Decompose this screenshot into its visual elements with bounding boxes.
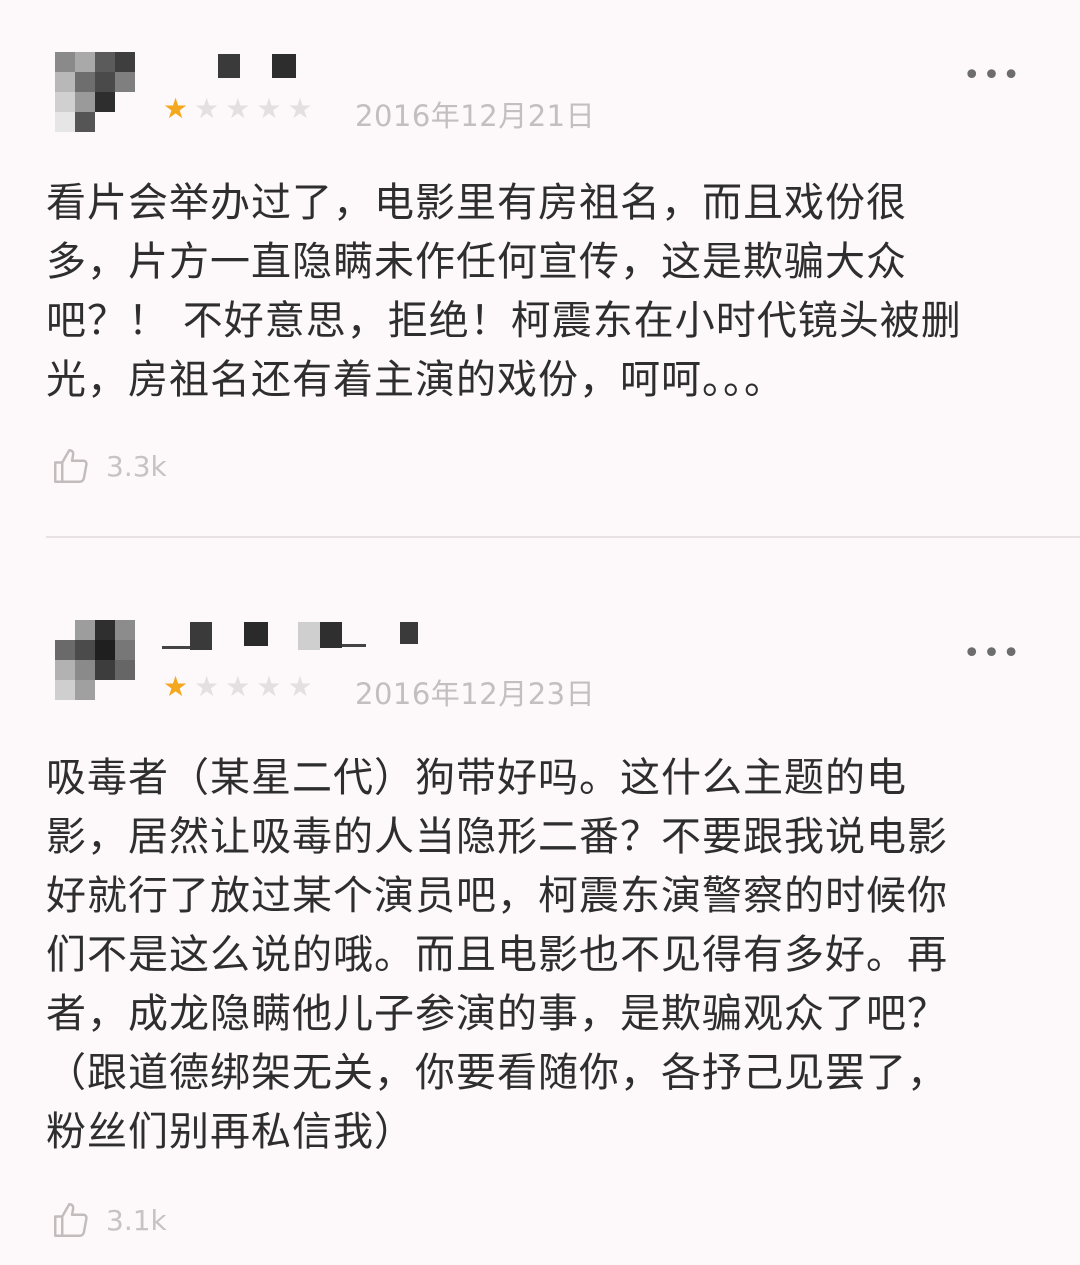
- star-icon: ★: [225, 670, 251, 703]
- more-dots-icon[interactable]: •••: [963, 639, 1022, 669]
- star-icon: ★: [256, 92, 282, 125]
- star-icon: ★: [194, 92, 220, 125]
- more-dots-icon[interactable]: •••: [963, 61, 1022, 91]
- thumbs-up-icon: [54, 449, 88, 483]
- rating-stars: ★ ★ ★ ★ ★: [163, 672, 313, 702]
- star-icon: ★: [194, 670, 220, 703]
- like-count: 3.3k: [106, 449, 167, 483]
- star-icon: ★: [163, 670, 189, 703]
- rating-stars: ★ ★ ★ ★ ★: [163, 94, 313, 124]
- review-text: 看片会举办过了，电影里有房祖名，而且戏份很 多，片方一直隐瞒未作任何宣传，这是欺…: [46, 180, 962, 403]
- star-icon: ★: [163, 92, 189, 125]
- avatar[interactable]: [55, 620, 135, 700]
- star-icon: ★: [225, 92, 251, 125]
- star-icon: ★: [287, 92, 313, 125]
- like-count: 3.1k: [106, 1203, 167, 1237]
- thumbs-up-icon: [54, 1203, 88, 1237]
- avatar[interactable]: [55, 52, 135, 132]
- like-button[interactable]: 3.1k: [50, 1199, 167, 1241]
- review-date: 2016年12月21日: [355, 99, 596, 133]
- divider: [46, 536, 1080, 538]
- star-icon: ★: [256, 670, 282, 703]
- star-icon: ★: [287, 670, 313, 703]
- review-text: 吸毒者（某星二代）狗带好吗。这什么主题的电 影，居然让吸毒的人当隐形二番？不要跟…: [46, 755, 948, 1155]
- like-button[interactable]: 3.3k: [50, 445, 167, 487]
- review-date: 2016年12月23日: [355, 677, 596, 711]
